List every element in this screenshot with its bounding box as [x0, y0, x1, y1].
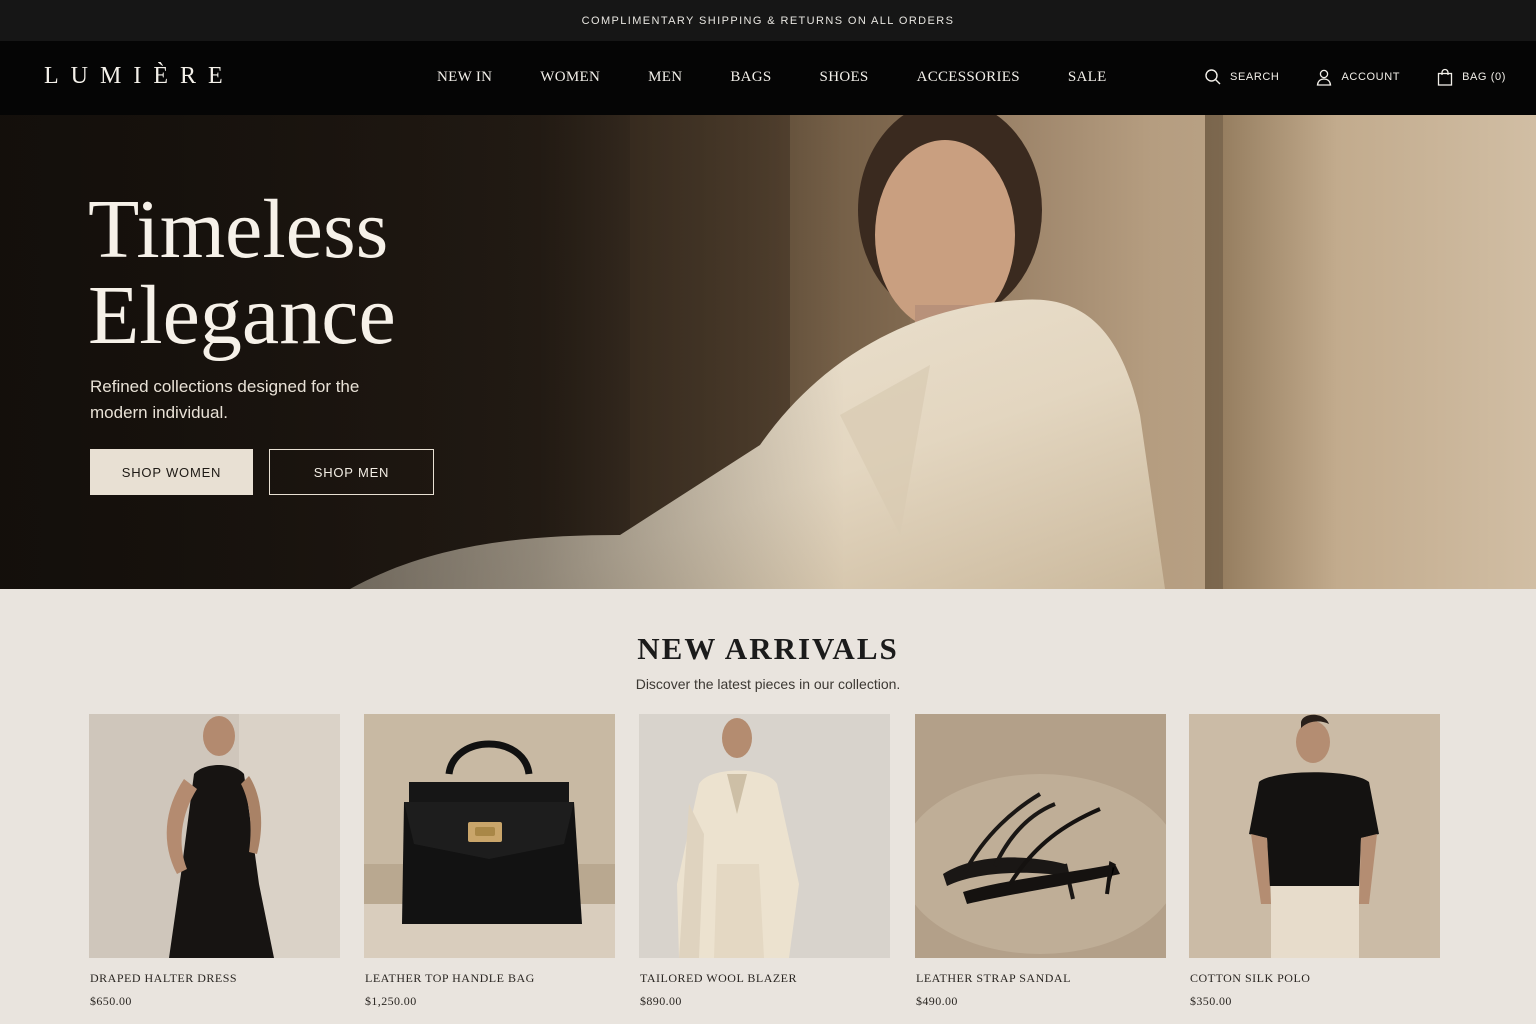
product-image[interactable] — [915, 714, 1166, 958]
product-image[interactable] — [1189, 714, 1440, 958]
product-name[interactable]: TAILORED WOOL BLAZER — [640, 971, 797, 986]
product-price: $1,250.00 — [365, 994, 417, 1008]
product-card[interactable]: DRAPED HALTER DRESS $650.00 — [89, 714, 340, 1008]
shopping-bag-icon — [1436, 68, 1454, 86]
nav-women[interactable]: WOMEN — [540, 69, 600, 86]
product-name[interactable]: DRAPED HALTER DRESS — [90, 971, 237, 986]
header-utilities: SEARCH ACCOUNT BAG (0) — [1168, 68, 1506, 86]
product-image[interactable] — [364, 714, 615, 958]
search-button[interactable]: SEARCH — [1204, 68, 1279, 86]
product-card[interactable]: LEATHER STRAP SANDAL $490.00 — [915, 714, 1166, 1008]
announcement-bar: COMPLIMENTARY SHIPPING & RETURNS ON ALL … — [0, 0, 1536, 41]
search-icon — [1204, 68, 1222, 86]
site-header: LUMIÈRE NEW IN WOMEN MEN BAGS SHOES ACCE… — [0, 41, 1536, 115]
product-name[interactable]: LEATHER STRAP SANDAL — [916, 971, 1071, 986]
bag-button[interactable]: BAG (0) — [1436, 68, 1506, 86]
shop-men-button[interactable]: SHOP MEN — [269, 449, 434, 495]
hero-banner: Timeless Elegance Refined collections de… — [0, 115, 1536, 589]
product-name[interactable]: LEATHER TOP HANDLE BAG — [365, 971, 535, 986]
product-image[interactable] — [639, 714, 890, 958]
product-grid: DRAPED HALTER DRESS $650.00 LEATHER TOP … — [89, 714, 1441, 1024]
nav-accessories[interactable]: ACCESSORIES — [917, 69, 1020, 86]
announcement-text: COMPLIMENTARY SHIPPING & RETURNS ON ALL … — [581, 14, 955, 27]
account-button[interactable]: ACCOUNT — [1315, 68, 1400, 86]
product-card[interactable]: COTTON SILK POLO $350.00 — [1189, 714, 1440, 1008]
nav-sale[interactable]: SALE — [1068, 69, 1107, 86]
section-subtitle: Discover the latest pieces in our collec… — [635, 676, 901, 692]
bag-label: BAG (0) — [1462, 71, 1506, 83]
product-card[interactable]: LEATHER TOP HANDLE BAG $1,250.00 — [364, 714, 615, 1008]
product-image[interactable] — [89, 714, 340, 958]
hero-subtitle: Refined collections designed for the mod… — [90, 377, 360, 422]
nav-new-in[interactable]: NEW IN — [437, 69, 492, 86]
hero-title-line-1: Timeless — [88, 183, 389, 276]
product-price: $490.00 — [916, 994, 958, 1008]
product-price: $350.00 — [1190, 994, 1232, 1008]
section-title: NEW ARRIVALS — [637, 631, 899, 666]
shop-women-button[interactable]: SHOP WOMEN — [90, 449, 253, 495]
product-name[interactable]: COTTON SILK POLO — [1190, 971, 1310, 986]
user-icon — [1315, 68, 1333, 86]
nav-bags[interactable]: BAGS — [730, 69, 771, 86]
main-nav: NEW IN WOMEN MEN BAGS SHOES ACCESSORIES … — [437, 69, 1107, 86]
product-price: $650.00 — [90, 994, 132, 1008]
product-price: $890.00 — [640, 994, 682, 1008]
nav-men[interactable]: MEN — [648, 69, 682, 86]
product-card[interactable]: TAILORED WOOL BLAZER $890.00 — [639, 714, 890, 1008]
hero-title-line-2: Elegance — [88, 269, 396, 362]
account-label: ACCOUNT — [1341, 71, 1401, 83]
search-label: SEARCH — [1230, 71, 1280, 83]
nav-shoes[interactable]: SHOES — [820, 69, 869, 86]
hero-title: Timeless Elegance — [88, 187, 396, 359]
brand-logo[interactable]: LUMIÈRE — [44, 63, 235, 90]
